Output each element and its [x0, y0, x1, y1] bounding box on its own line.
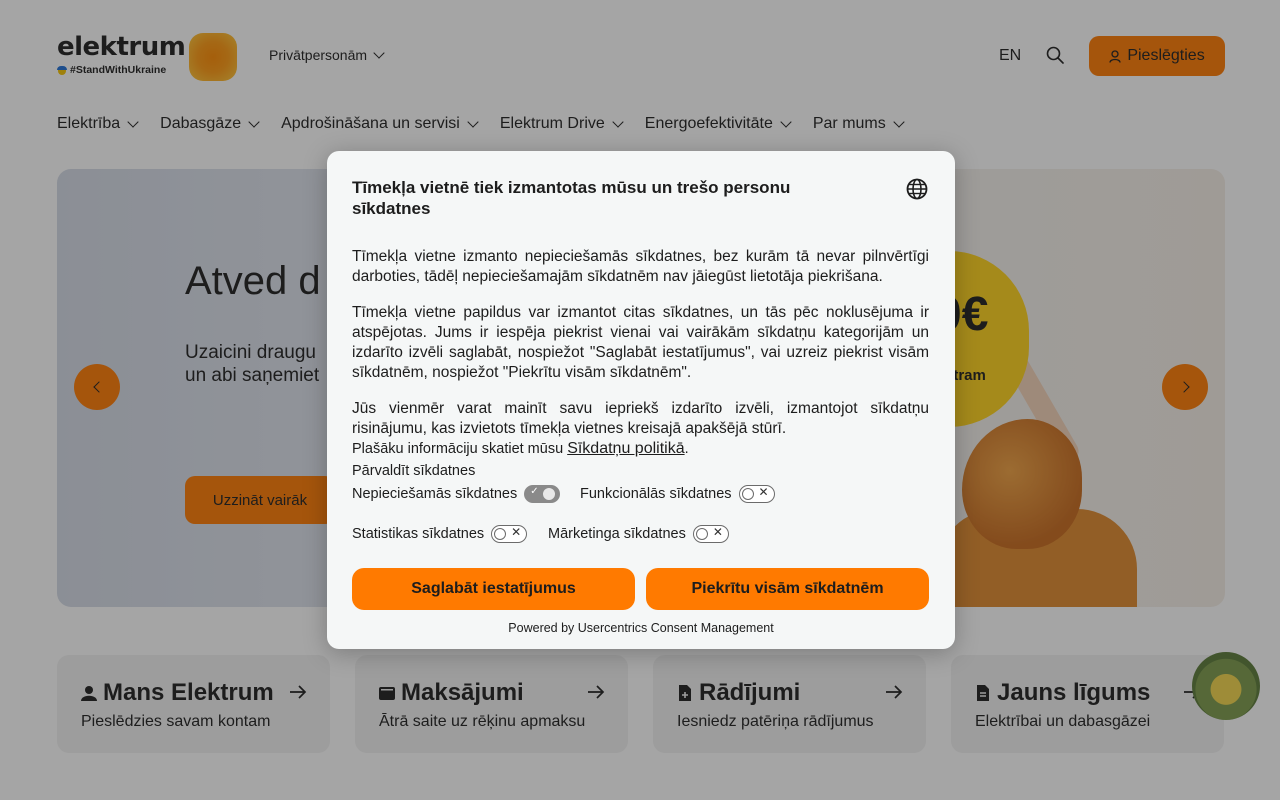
consent-body: Tīmekļa vietne izmanto nepieciešamās sīk…: [352, 247, 929, 455]
consent-paragraph: Tīmekļa vietne izmanto nepieciešamās sīk…: [352, 248, 929, 285]
more-info-suffix: .: [684, 441, 689, 457]
save-settings-button[interactable]: Saglabāt iestatījumus: [352, 568, 635, 610]
toggle-knob: [494, 527, 507, 540]
manage-cookies-label: Pārvaldīt sīkdatnes: [352, 463, 476, 479]
toggle-row-functional: Funkcionālās sīkdatnes ✕: [580, 485, 775, 503]
necessary-cookies-toggle[interactable]: ✓: [524, 485, 561, 503]
statistics-cookies-toggle[interactable]: ✕: [491, 525, 528, 543]
close-icon: ✕: [511, 525, 522, 539]
more-info-text: Plašāku informāciju skatiet mūsu: [352, 441, 564, 457]
consent-title: Tīmekļa vietnē tiek izmantotas mūsu un t…: [352, 178, 791, 218]
toggle-knob: [543, 487, 556, 500]
toggle-knob: [741, 487, 754, 500]
toggle-label: Nepieciešamās sīkdatnes: [352, 486, 518, 502]
toggle-knob: [695, 527, 708, 540]
globe-language-icon[interactable]: [906, 178, 928, 200]
toggle-label: Mārketinga sīkdatnes: [548, 526, 686, 542]
functional-cookies-toggle[interactable]: ✕: [738, 485, 775, 503]
consent-paragraph: Tīmekļa vietne papildus var izmantot cit…: [352, 304, 929, 381]
toggle-label: Statistikas sīkdatnes: [352, 526, 485, 542]
cookie-policy-link[interactable]: Sīkdatņu politikā: [567, 440, 684, 457]
powered-by-text: Powered by Usercentrics Consent Manageme…: [508, 621, 774, 635]
close-icon: ✕: [758, 485, 769, 499]
check-icon: ✓: [530, 486, 539, 497]
close-icon: ✕: [712, 525, 723, 539]
consent-paragraph: Jūs vienmēr varat mainīt savu iepriekš i…: [352, 400, 929, 437]
toggle-row-necessary: Nepieciešamās sīkdatnes ✓: [352, 485, 561, 503]
toggle-label: Funkcionālās sīkdatnes: [580, 486, 732, 502]
consent-more-info: Plašāku informāciju skatiet mūsu Sīkdatņ…: [352, 440, 689, 458]
toggle-row-marketing: Mārketinga sīkdatnes ✕: [548, 525, 729, 543]
cookie-consent-dialog: Tīmekļa vietnē tiek izmantotas mūsu un t…: [327, 151, 955, 649]
marketing-cookies-toggle[interactable]: ✕: [692, 525, 729, 543]
accept-all-button[interactable]: Piekrītu visām sīkdatnēm: [646, 568, 929, 610]
toggle-row-statistics: Statistikas sīkdatnes ✕: [352, 525, 528, 543]
